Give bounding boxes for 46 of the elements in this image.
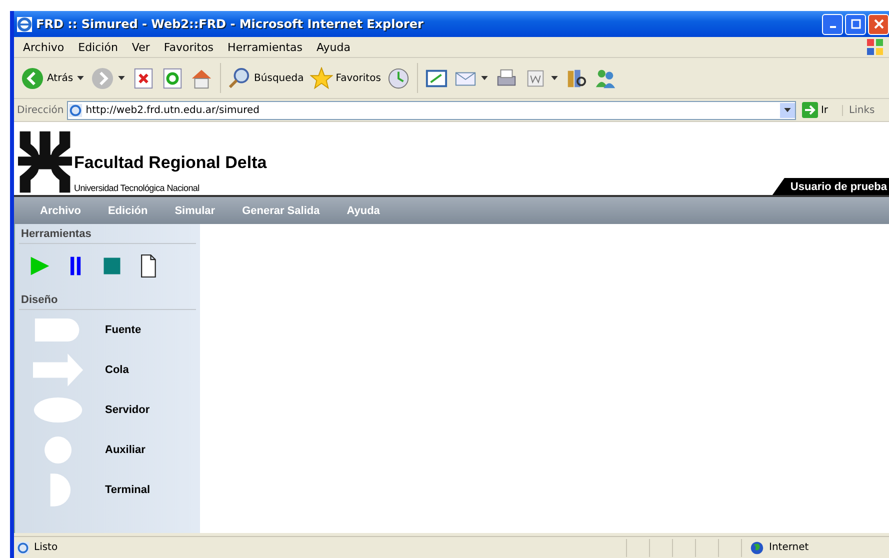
search-button[interactable]: Búsqueda — [225, 64, 307, 92]
browser-icon — [17, 16, 32, 32]
logo-icon — [18, 131, 72, 193]
menu-item[interactable]: Herramientas — [220, 40, 310, 54]
favorites-button[interactable]: Favoritos — [306, 64, 384, 92]
windows-logo-icon — [865, 38, 885, 56]
shape-label[interactable]: Servidor — [105, 404, 150, 416]
maximize-icon — [850, 19, 860, 29]
minimize-icon — [830, 26, 836, 28]
page-icon — [68, 102, 83, 118]
menu-item[interactable]: Ayuda — [309, 40, 358, 54]
close-button[interactable] — [868, 14, 889, 34]
address-field[interactable]: http://web2.frd.utn.edu.ar/simured — [66, 100, 796, 120]
maximize-button[interactable] — [845, 14, 866, 34]
menu-item[interactable]: Edición — [71, 40, 125, 54]
close-icon — [874, 19, 884, 29]
stop-icon — [132, 66, 156, 90]
site-title: Facultad Regional Delta — [74, 153, 267, 173]
shape-label[interactable]: Fuente — [105, 324, 142, 336]
menu-item[interactable]: Favoritos — [156, 40, 221, 54]
search-icon — [228, 66, 252, 90]
refresh-icon — [161, 66, 184, 90]
zone-label: Internet — [769, 542, 809, 553]
arrow-icon — [802, 102, 818, 118]
caret-icon — [784, 108, 791, 112]
dropdown-button[interactable] — [780, 102, 795, 118]
clock-icon — [386, 66, 410, 90]
site-subtitle: Universidad Tecnológica Nacional — [74, 183, 200, 193]
section-heading: Herramientas — [19, 224, 196, 244]
section-heading: Diseño — [19, 290, 196, 310]
window-title: FRD :: Simured - Web2::FRD - Microsoft Internet Explorer — [36, 17, 424, 31]
shape-label[interactable]: Terminal — [105, 484, 150, 496]
shape-label[interactable]: Cola — [105, 364, 129, 376]
address-label: Dirección — [16, 104, 65, 116]
page-icon — [16, 540, 30, 554]
shape-label[interactable]: Auxiliar — [105, 444, 146, 456]
status-text: Listo — [34, 542, 58, 553]
user-label: Usuario de prueba — [772, 178, 889, 195]
minimize-button[interactable] — [822, 14, 843, 34]
globe-icon — [750, 540, 764, 554]
back-button[interactable]: Atrás — [18, 64, 76, 92]
go-button[interactable]: Ir — [796, 102, 842, 118]
menu-item[interactable]: Archivo — [16, 40, 72, 54]
menu-item[interactable]: Ver — [124, 40, 157, 54]
links-button[interactable]: Links — [842, 104, 889, 116]
star-icon — [310, 66, 333, 90]
